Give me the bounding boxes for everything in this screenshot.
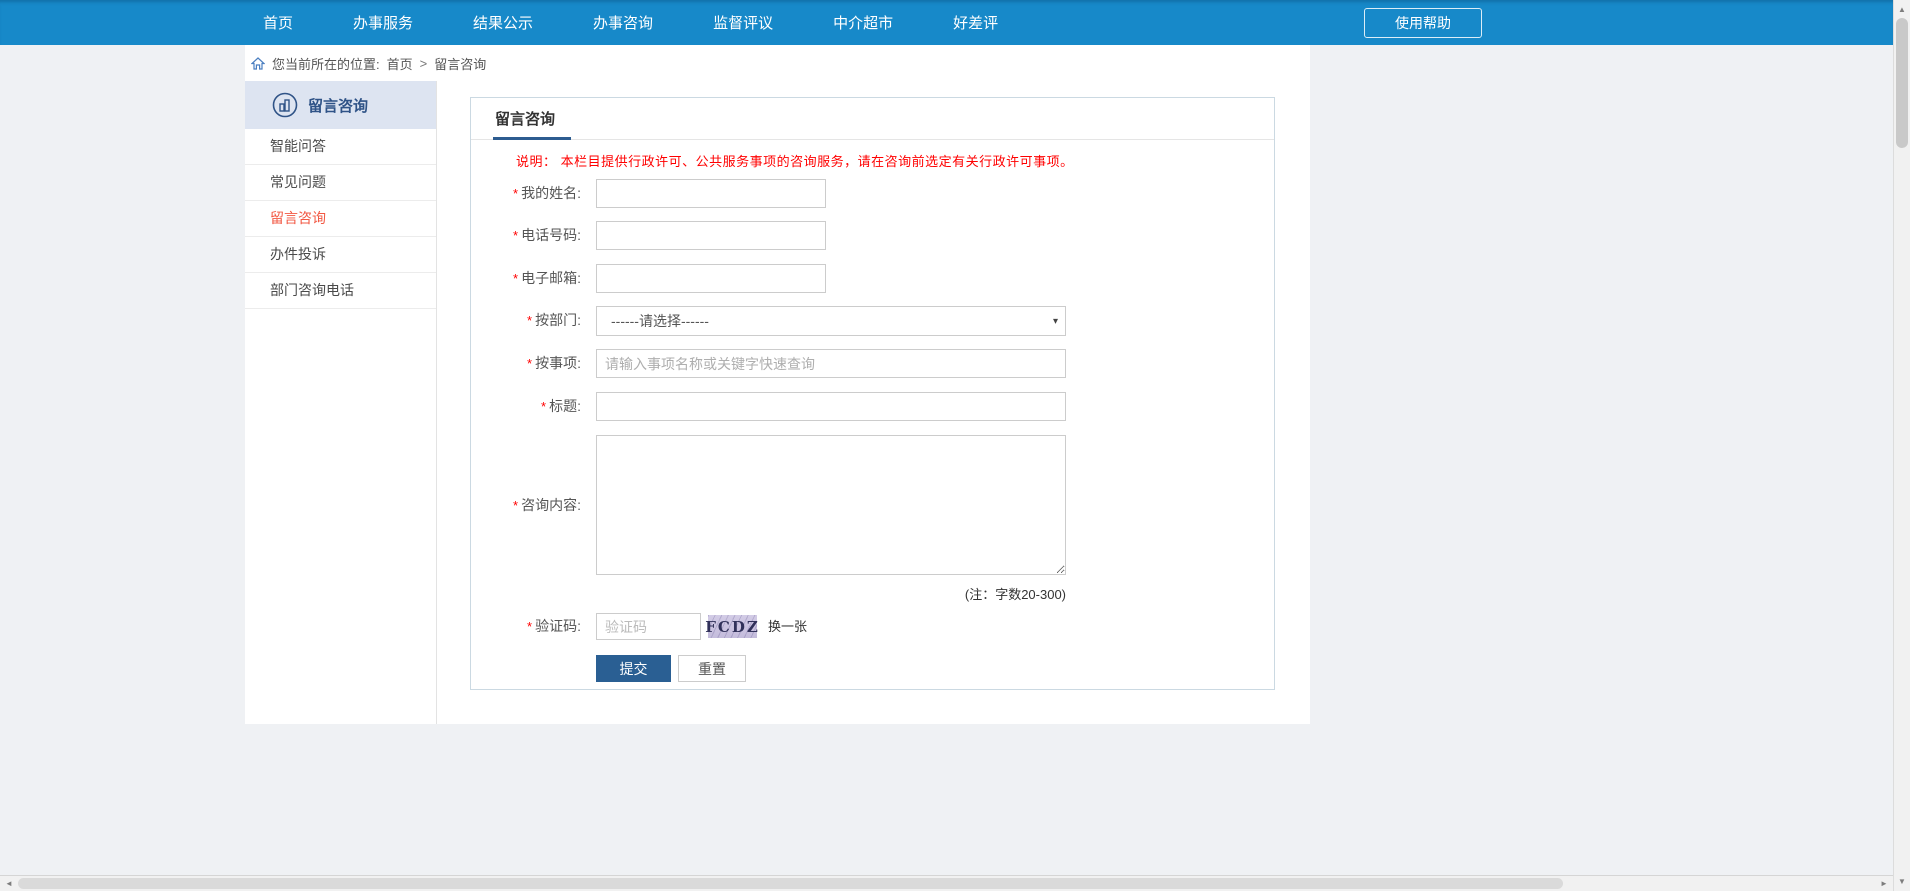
scroll-right-icon[interactable]: ► [1876,876,1892,891]
home-icon [251,57,265,70]
phone-input[interactable] [596,221,826,250]
form-tab-bar: 留言咨询 [471,98,1274,140]
content-column: 您当前所在的位置: 首页 > 留言咨询 留言咨询 智能问答 常见问题 留言咨询 … [245,45,1310,724]
required-mark: * [513,271,518,286]
nav-menu: 首页 办事服务 结果公示 办事咨询 监督评议 中介超市 好差评 [263,0,998,45]
sidebar: 留言咨询 智能问答 常见问题 留言咨询 办件投诉 部门咨询电话 [245,81,437,724]
required-mark: * [513,186,518,201]
captcha-refresh-link[interactable]: 换一张 [768,613,807,640]
sidebar-header: 留言咨询 [245,81,436,129]
sidebar-item-faq[interactable]: 常见问题 [245,165,436,201]
top-navbar: 首页 办事服务 结果公示 办事咨询 监督评议 中介超市 好差评 使用帮助 [0,0,1893,45]
nav-item-rating[interactable]: 好差评 [953,12,998,33]
content-label: *咨询内容: [471,491,581,520]
breadcrumb: 您当前所在的位置: 首页 > 留言咨询 [245,45,1310,81]
required-mark: * [527,619,532,634]
reset-button[interactable]: 重置 [678,655,746,682]
horizontal-scrollbar-thumb[interactable] [18,878,1563,889]
chevron-down-icon: ▾ [1053,307,1058,337]
sidebar-header-label: 留言咨询 [308,95,368,116]
horizontal-scrollbar[interactable]: ◄ ► [0,875,1893,891]
nav-item-services[interactable]: 办事服务 [353,12,413,33]
breadcrumb-prefix: 您当前所在的位置: [272,54,380,73]
tab-message-consult[interactable]: 留言咨询 [495,98,555,140]
vertical-scrollbar[interactable]: ▲ ▼ [1893,0,1910,891]
content-length-note: (注：字数20-300) [596,584,1066,603]
consult-form-panel: 留言咨询 说明： 本栏目提供行政许可、公共服务事项的咨询服务，请在咨询前选定有关… [470,97,1275,690]
nav-item-consult[interactable]: 办事咨询 [593,12,653,33]
nav-item-supervision[interactable]: 监督评议 [713,12,773,33]
department-select[interactable]: ------请选择------ ▾ [596,306,1066,336]
name-label: *我的姓名: [471,179,581,208]
nav-item-home[interactable]: 首页 [263,12,293,33]
help-button[interactable]: 使用帮助 [1364,8,1482,38]
required-mark: * [513,498,518,513]
email-label: *电子邮箱: [471,264,581,293]
submit-button[interactable]: 提交 [596,655,671,682]
breadcrumb-home-link[interactable]: 首页 [387,54,413,73]
sidebar-item-dept-phone[interactable]: 部门咨询电话 [245,273,436,309]
department-selected-value: ------请选择------ [611,313,709,329]
captcha-label: *验证码: [471,613,581,640]
tab-active-underline [493,137,571,140]
scroll-left-icon[interactable]: ◄ [1,876,17,891]
required-mark: * [541,399,546,414]
scroll-up-icon[interactable]: ▲ [1894,2,1910,18]
title-input[interactable] [596,392,1066,421]
content-textarea[interactable] [596,435,1066,575]
captcha-image[interactable]: FCDZ [708,615,757,638]
sidebar-item-smart-qa[interactable]: 智能问答 [245,129,436,165]
name-input[interactable] [596,179,826,208]
matter-label: *按事项: [471,349,581,378]
message-consult-icon [272,92,298,118]
scroll-down-icon[interactable]: ▼ [1894,874,1910,890]
captcha-input[interactable] [596,613,701,640]
nav-item-intermediary[interactable]: 中介超市 [833,12,893,33]
sidebar-item-message-consult[interactable]: 留言咨询 [245,201,436,237]
phone-label: *电话号码: [471,221,581,250]
form-notice: 说明： 本栏目提供行政许可、公共服务事项的咨询服务，请在咨询前选定有关行政许可事… [516,151,1074,170]
email-input[interactable] [596,264,826,293]
nav-item-results[interactable]: 结果公示 [473,12,533,33]
title-label: *标题: [471,392,581,421]
required-mark: * [513,228,518,243]
matter-input[interactable] [596,349,1066,378]
required-mark: * [527,356,532,371]
sidebar-item-complaint[interactable]: 办件投诉 [245,237,436,273]
breadcrumb-separator: > [420,56,428,71]
breadcrumb-current: 留言咨询 [434,54,486,73]
vertical-scrollbar-thumb[interactable] [1896,18,1908,148]
required-mark: * [527,313,532,328]
department-label: *按部门: [471,306,581,335]
